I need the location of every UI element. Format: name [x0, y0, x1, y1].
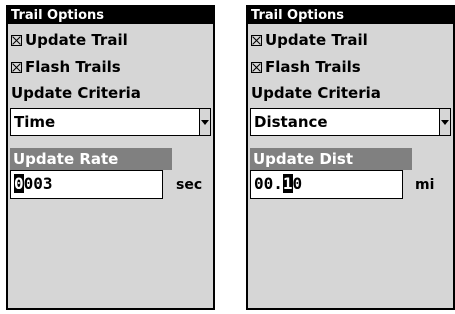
update-rate-label: Update Rate [10, 148, 172, 170]
unit-label: sec [176, 177, 203, 193]
checkbox-checked-icon [11, 61, 22, 73]
update-criteria-label: Update Criteria [251, 84, 381, 102]
flash-trails-label: Flash Trails [25, 58, 121, 76]
input-value-rest: 003 [23, 174, 53, 193]
input-value-after: 0 [292, 174, 303, 193]
input-cursor: 1 [282, 174, 293, 193]
update-criteria-value: Time [14, 113, 56, 131]
dropdown-arrow-icon[interactable] [439, 109, 450, 135]
flash-trails-checkbox[interactable]: Flash Trails [11, 56, 121, 78]
update-dist-input[interactable]: 00.10 [250, 170, 403, 199]
flash-trails-label: Flash Trails [265, 58, 361, 76]
dropdown-arrow-icon[interactable] [199, 109, 210, 135]
update-dist-label: Update Dist [250, 148, 412, 170]
trail-options-panel-time: Trail Options Update Trail Flash Trails … [6, 5, 215, 310]
trail-options-panel-distance: Trail Options Update Trail Flash Trails … [246, 5, 455, 310]
panel-title: Trail Options [248, 7, 453, 24]
update-trail-checkbox[interactable]: Update Trail [251, 29, 368, 51]
checkbox-checked-icon [251, 61, 262, 73]
panel-title: Trail Options [8, 7, 213, 24]
input-value-before: 00. [254, 174, 283, 193]
flash-trails-checkbox[interactable]: Flash Trails [251, 56, 361, 78]
update-trail-checkbox[interactable]: Update Trail [11, 29, 128, 51]
update-criteria-dropdown[interactable]: Distance [250, 108, 451, 136]
update-trail-label: Update Trail [25, 31, 128, 49]
update-trail-label: Update Trail [265, 31, 368, 49]
unit-label: mi [415, 177, 435, 193]
checkbox-checked-icon [251, 34, 262, 46]
checkbox-checked-icon [11, 34, 22, 46]
update-criteria-dropdown[interactable]: Time [10, 108, 211, 136]
input-cursor: 0 [14, 174, 24, 193]
update-rate-input[interactable]: 0003 [10, 170, 163, 199]
update-criteria-label: Update Criteria [11, 84, 141, 102]
update-criteria-value: Distance [254, 113, 328, 131]
